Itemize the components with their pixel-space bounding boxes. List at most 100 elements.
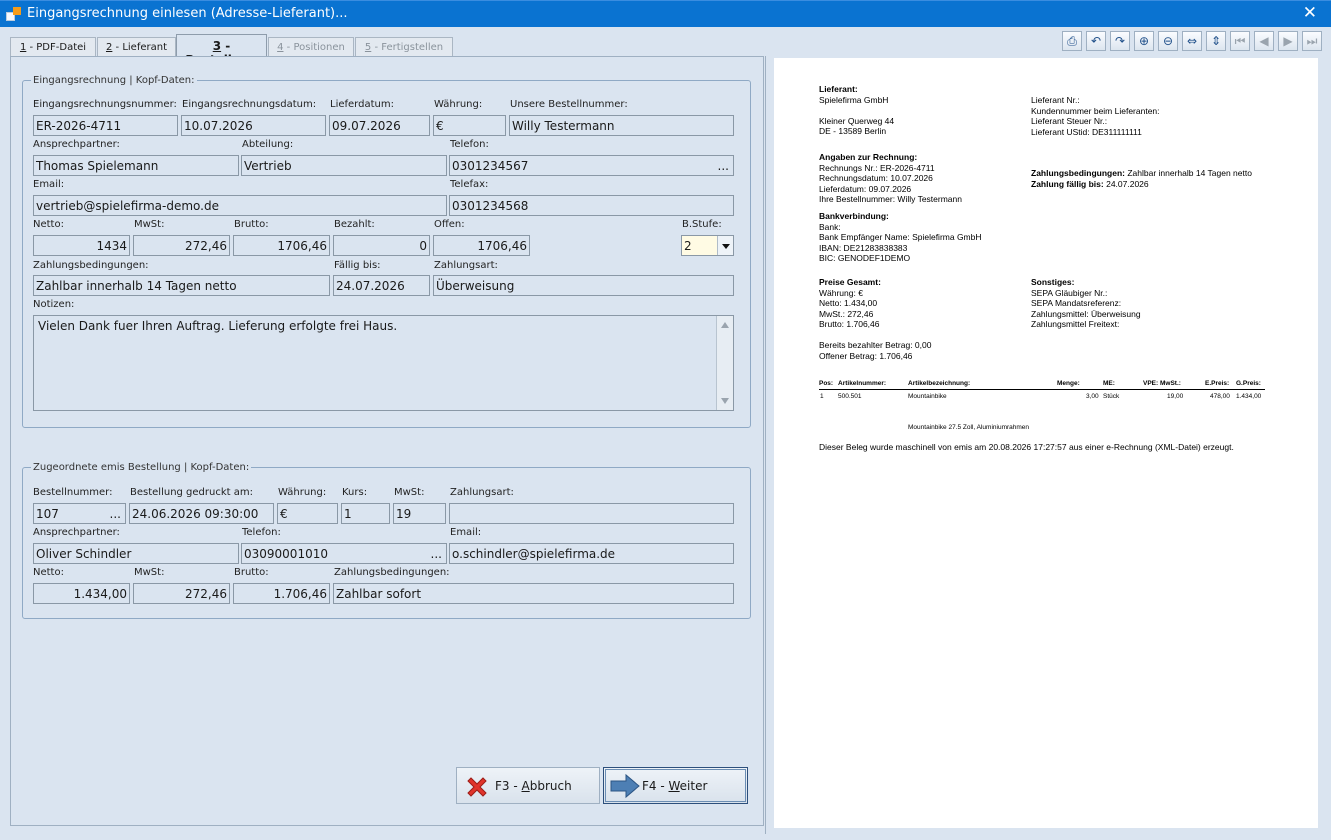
order-phone-field[interactable]: 03090001010... bbox=[241, 543, 447, 564]
doc-sepa-creditor: SEPA Gläubiger Nr.: bbox=[1031, 287, 1108, 298]
invoice-date-label: Eingangsrechnungsdatum: bbox=[182, 99, 317, 110]
cancel-label: F3 - Abbruch bbox=[495, 779, 572, 793]
zoom-in-icon[interactable]: ⊕ bbox=[1134, 31, 1154, 51]
due-label: Fällig bis: bbox=[334, 260, 381, 271]
tab-fertigstellen[interactable]: 5 - Fertigstellen bbox=[355, 37, 453, 58]
net-field[interactable]: 1434 bbox=[33, 235, 130, 256]
scroll-up-icon[interactable] bbox=[721, 322, 729, 328]
order-terms-field[interactable]: Zahlbar sofort bbox=[333, 583, 734, 604]
doc-row-total: 1.434,00 bbox=[1236, 393, 1262, 400]
order-phone-ellipsis-button[interactable]: ... bbox=[431, 547, 442, 561]
doc-delivery-date: Lieferdatum: 09.07.2026 bbox=[819, 183, 912, 194]
paid-label: Bezahlt: bbox=[334, 219, 375, 230]
level-select[interactable]: 2 bbox=[681, 235, 734, 256]
order-header-legend: Zugeordnete emis Bestellung | Kopf-Daten… bbox=[33, 462, 250, 473]
doc-th-vpe: VPE: MwSt.: bbox=[1143, 380, 1181, 387]
notes-scrollbar[interactable] bbox=[716, 316, 733, 410]
phone-value: 0301234567 bbox=[452, 159, 529, 173]
order-terms-label: Zahlungsbedingungen: bbox=[334, 567, 450, 578]
printer-icon[interactable]: ⎙ bbox=[1062, 31, 1082, 51]
order-vat-rate-field[interactable]: 19 bbox=[393, 503, 446, 524]
doc-invoice-block: Angaben zur Rechnung: Rechnungs Nr.: ER-… bbox=[819, 152, 962, 205]
doc-paid-amount: Bereits bezahlter Betrag: 0,00 bbox=[819, 340, 932, 350]
form-panel: Eingangsrechnung | Kopf-Daten: Eingangsr… bbox=[10, 56, 764, 826]
order-net-label: Netto: bbox=[33, 567, 64, 578]
email-field[interactable]: vertrieb@spielefirma-demo.de bbox=[33, 195, 447, 216]
next-button[interactable]: F4 - Weiter bbox=[603, 767, 748, 804]
doc-footer: Dieser Beleg wurde maschinell von emis a… bbox=[819, 442, 1234, 452]
tab-positionen[interactable]: 4 - Positionen bbox=[268, 37, 354, 58]
invoice-date-field[interactable]: 10.07.2026 bbox=[181, 115, 326, 136]
last-page-icon[interactable]: ⏭ bbox=[1302, 31, 1322, 51]
doc-th-price: E.Preis: bbox=[1205, 380, 1230, 387]
phone-field[interactable]: 0301234567... bbox=[449, 155, 734, 176]
window-title: Eingangsrechnung einlesen (Adresse-Liefe… bbox=[27, 6, 348, 21]
delivery-date-field[interactable]: 09.07.2026 bbox=[329, 115, 430, 136]
preview-panel: Lieferant: Spielefirma GmbH Kleiner Quer… bbox=[765, 56, 1325, 834]
terms-field[interactable]: Zahlbar innerhalb 14 Tagen netto bbox=[33, 275, 330, 296]
department-label: Abteilung: bbox=[242, 139, 294, 150]
next-page-icon[interactable]: ▶ bbox=[1278, 31, 1298, 51]
order-contact-field[interactable]: Oliver Schindler bbox=[33, 543, 239, 564]
first-page-icon[interactable]: ⏮ bbox=[1230, 31, 1250, 51]
vat-field[interactable]: 272,46 bbox=[133, 235, 230, 256]
order-vat-field[interactable]: 272,46 bbox=[133, 583, 230, 604]
due-field[interactable]: 24.07.2026 bbox=[333, 275, 430, 296]
order-net-field[interactable]: 1.434,00 bbox=[33, 583, 130, 604]
scroll-down-icon[interactable] bbox=[721, 398, 729, 404]
phone-ellipsis-button[interactable]: ... bbox=[718, 159, 729, 173]
doc-misc-block: Sonstiges: SEPA Gläubiger Nr.: SEPA Mand… bbox=[1031, 277, 1141, 330]
fax-label: Telefax: bbox=[450, 179, 489, 190]
doc-order-no: Ihre Bestellnummer: Willy Testermann bbox=[819, 194, 962, 204]
order-number-value: 107 bbox=[36, 507, 59, 521]
doc-price-block: Preise Gesamt: Währung: € Netto: 1.434,0… bbox=[819, 277, 881, 330]
order-payment-type-field[interactable] bbox=[449, 503, 734, 524]
doc-supplier-city: DE - 13589 Berlin bbox=[819, 126, 887, 136]
doc-iban: IBAN: DE21283838383 bbox=[819, 242, 908, 253]
invoice-number-label: Eingangsrechnungsnummer: bbox=[33, 99, 177, 110]
order-currency-field[interactable]: € bbox=[277, 503, 338, 524]
doc-row-pos: 1 bbox=[820, 393, 824, 400]
order-rate-field[interactable]: 1 bbox=[341, 503, 390, 524]
currency-field[interactable]: € bbox=[433, 115, 506, 136]
redo-icon[interactable]: ↷ bbox=[1110, 31, 1130, 51]
order-email-field[interactable]: o.schindler@spielefirma.de bbox=[449, 543, 734, 564]
gross-field[interactable]: 1706,46 bbox=[233, 235, 330, 256]
tab-pdf-datei[interactable]: 1 - PDF-Datei bbox=[10, 37, 96, 58]
payment-type-field[interactable]: Überweisung bbox=[433, 275, 734, 296]
fax-field[interactable]: 0301234568 bbox=[449, 195, 734, 216]
tab-label: - Positionen bbox=[283, 42, 345, 53]
close-icon[interactable]: ✕ bbox=[1303, 3, 1317, 23]
open-field[interactable]: 1706,46 bbox=[433, 235, 530, 256]
order-number-label: Unsere Bestellnummer: bbox=[510, 99, 628, 110]
level-value: 2 bbox=[684, 239, 692, 253]
order-number-field[interactable]: Willy Testermann bbox=[509, 115, 734, 136]
next-label: F4 - Weiter bbox=[642, 779, 707, 793]
paid-field[interactable]: 0 bbox=[333, 235, 430, 256]
order-gross-field[interactable]: 1.706,46 bbox=[233, 583, 330, 604]
doc-table-rule bbox=[819, 389, 1265, 390]
department-field[interactable]: Vertrieb bbox=[241, 155, 447, 176]
fit-page-icon[interactable]: ⇕ bbox=[1206, 31, 1226, 51]
title-bar: Eingangsrechnung einlesen (Adresse-Liefe… bbox=[0, 0, 1331, 27]
zoom-out-icon[interactable]: ⊖ bbox=[1158, 31, 1178, 51]
fit-width-icon[interactable]: ⇔ bbox=[1182, 31, 1202, 51]
cancel-button[interactable]: F3 - Abbruch bbox=[456, 767, 600, 804]
doc-bic: BIC: GENODEF1DEMO bbox=[819, 253, 911, 263]
prev-page-icon[interactable]: ◀ bbox=[1254, 31, 1274, 51]
doc-bank: Bank: bbox=[819, 221, 841, 232]
notes-textarea[interactable]: Vielen Dank fuer Ihren Auftrag. Lieferun… bbox=[33, 315, 734, 411]
tab-lieferant[interactable]: 2 - Lieferant bbox=[97, 37, 176, 58]
invoice-number-field[interactable]: ER-2026-4711 bbox=[33, 115, 178, 136]
order-number-field[interactable]: 107... bbox=[33, 503, 126, 524]
order-printed-field[interactable]: 24.06.2026 09:30:00 bbox=[129, 503, 274, 524]
doc-invoice-date: Rechnungsdatum: 10.07.2026 bbox=[819, 173, 933, 183]
order-payment-type-label: Zahlungsart: bbox=[450, 487, 514, 498]
doc-invoice-title: Angaben zur Rechnung: bbox=[819, 152, 918, 162]
chevron-down-icon[interactable] bbox=[717, 236, 733, 255]
arrow-right-icon bbox=[610, 773, 640, 799]
undo-icon[interactable]: ↶ bbox=[1086, 31, 1106, 51]
contact-field[interactable]: Thomas Spielemann bbox=[33, 155, 239, 176]
doc-sepa-mandate: SEPA Mandatsreferenz: bbox=[1031, 298, 1122, 308]
order-number-ellipsis-button[interactable]: ... bbox=[110, 507, 121, 521]
